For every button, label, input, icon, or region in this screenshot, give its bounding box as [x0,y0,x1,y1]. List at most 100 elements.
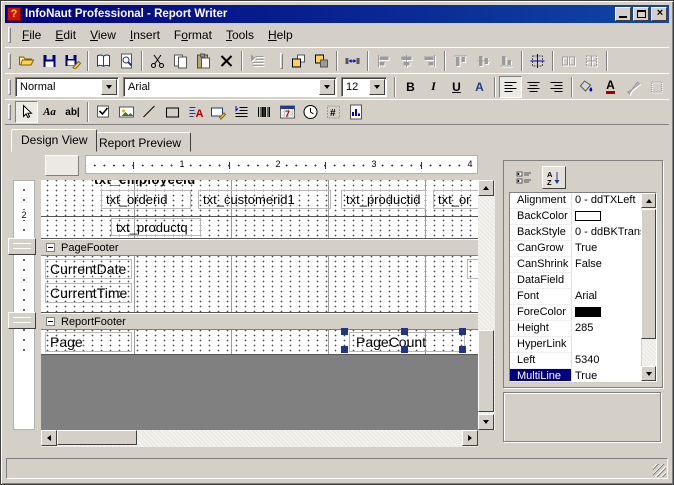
collapse-icon[interactable] [46,317,55,326]
forecolor-swatch[interactable] [575,307,601,317]
horizontal-scroll-thumb[interactable] [57,430,137,445]
toolbar2-drag-handle[interactable] [8,78,11,95]
scroll-down-button[interactable] [478,414,494,430]
font-combo[interactable]: Arial [123,76,337,97]
bring-to-front-button[interactable] [287,50,310,72]
copy-button[interactable] [169,50,192,72]
font-button[interactable]: A [468,76,491,98]
menu-edit[interactable]: Edit [48,26,83,44]
report-design-canvas[interactable]: txt_employeeid txt_orderid txt_customeri… [41,180,478,430]
checkbox-tool-button[interactable] [92,101,115,123]
field-currentdate[interactable]: CurrentDate [45,259,132,279]
send-to-back-button[interactable] [310,50,333,72]
toolbar1b-drag-handle[interactable] [280,52,283,69]
menu-drag-handle[interactable] [8,27,11,43]
tab-design-view[interactable]: Design View [11,129,98,152]
menu-format[interactable]: Format [167,26,219,44]
field-txt-or-clipped[interactable]: txt_or [433,190,478,209]
save-annotate-button[interactable] [61,50,84,72]
toolbar1-drag-handle[interactable] [8,52,11,69]
field-txt-customerid1[interactable]: txt_customerid1 [198,190,331,209]
minimize-button[interactable] [615,7,631,21]
property-grid-scrollbar[interactable] [641,193,656,381]
property-row[interactable]: BackStyle0 - ddBKTransparent [510,225,641,241]
section-header-reportfooter[interactable]: ReportFooter [41,313,478,330]
maximize-button[interactable] [633,7,649,21]
menu-view[interactable]: View [83,26,123,44]
align-left-button[interactable] [499,75,522,98]
field-txt-productq[interactable]: txt_productq [111,218,201,236]
menu-tools[interactable]: Tools [219,26,261,44]
vertical-scroll-thumb[interactable] [478,330,494,412]
scroll-thumb[interactable] [641,209,656,339]
clock-tool-button[interactable] [299,101,322,123]
canvas-horizontal-scrollbar[interactable] [41,430,478,447]
backcolor-swatch[interactable] [575,211,601,221]
barcode-tool-button[interactable] [253,101,276,123]
scroll-right-button[interactable] [462,430,478,446]
selection-handle[interactable] [401,328,408,335]
alphabetic-sort-button[interactable]: AZ [542,166,566,189]
selection-handle[interactable] [341,346,348,353]
selection-handle[interactable] [341,328,348,335]
selection-handle[interactable] [459,328,466,335]
toolbar3-drag-handle[interactable] [8,104,11,120]
menu-file[interactable]: File [15,26,48,44]
categorized-view-button[interactable] [512,166,536,189]
field-currenttime[interactable]: CurrentTime [45,283,132,303]
cut-button[interactable] [146,50,169,72]
selection-handle[interactable] [401,346,408,353]
rectangle-tool-button[interactable] [161,101,184,123]
resize-grip-icon[interactable] [653,464,666,477]
field-page[interactable]: Page [45,332,132,352]
section-reportfooter-body[interactable]: Page PageCount [41,328,478,355]
font-color-button[interactable]: A [599,76,622,98]
property-row[interactable]: ForeColor [510,305,641,321]
section-detail[interactable]: txt_employeeid txt_orderid txt_customeri… [41,180,478,239]
align-center-button[interactable] [522,76,545,98]
center-in-section-button[interactable] [526,50,549,72]
delete-button[interactable] [215,50,238,72]
line-tool-button[interactable] [138,101,161,123]
collapse-icon[interactable] [46,243,55,252]
textbox-tool-button[interactable]: ab| [61,101,84,123]
scroll-up-button[interactable] [641,193,656,208]
close-button[interactable]: × [651,7,667,21]
field-txt-employeeid[interactable]: txt_employeeid [94,180,196,187]
property-row[interactable]: Height 285 [510,321,641,337]
unsorted-list-tool-button[interactable] [230,101,253,123]
font-size-combo-dropdown[interactable] [369,78,385,95]
book-button[interactable] [92,50,115,72]
section-pagefooter-body[interactable]: CurrentDate CurrentTime [41,256,478,313]
scroll-up-button[interactable] [478,180,494,196]
label-tool-button[interactable]: Aa [38,101,61,123]
field-tool-button[interactable] [207,101,230,123]
property-row[interactable]: CanShrink False [510,257,641,273]
pointer-tool-button[interactable] [15,101,38,123]
field-txt-orderid[interactable]: txt_orderid [101,190,191,209]
reportfooter-section-handle[interactable] [8,312,36,329]
fill-color-button[interactable] [576,76,599,98]
underline-button[interactable]: U [445,76,468,98]
chart-tool-button[interactable] [345,101,368,123]
paste-button[interactable] [192,50,215,72]
section-header-pagefooter[interactable]: PageFooter [41,239,478,256]
horizontal-spacing-button[interactable] [341,50,364,72]
property-row[interactable]: Left 5340 [510,353,641,369]
bold-button[interactable]: B [399,76,422,98]
ruler-corner-button[interactable] [45,155,79,176]
calendar-tool-button[interactable]: 7 [276,101,299,123]
save-button[interactable] [38,50,61,72]
style-combo-dropdown[interactable] [101,78,117,95]
style-combo[interactable]: Normal [15,76,119,97]
scroll-down-button[interactable] [641,366,656,381]
tab-report-preview[interactable]: Report Preview [89,132,192,152]
menu-insert[interactable]: Insert [123,26,167,44]
property-row[interactable]: CanGrow True [510,241,641,257]
selection-handle[interactable] [459,346,466,353]
font-combo-dropdown[interactable] [319,78,335,95]
image-tool-button[interactable] [115,101,138,123]
italic-button[interactable]: I [422,76,445,98]
font-size-combo[interactable]: 12 [341,76,387,97]
property-row[interactable]: Font Arial [510,289,641,305]
